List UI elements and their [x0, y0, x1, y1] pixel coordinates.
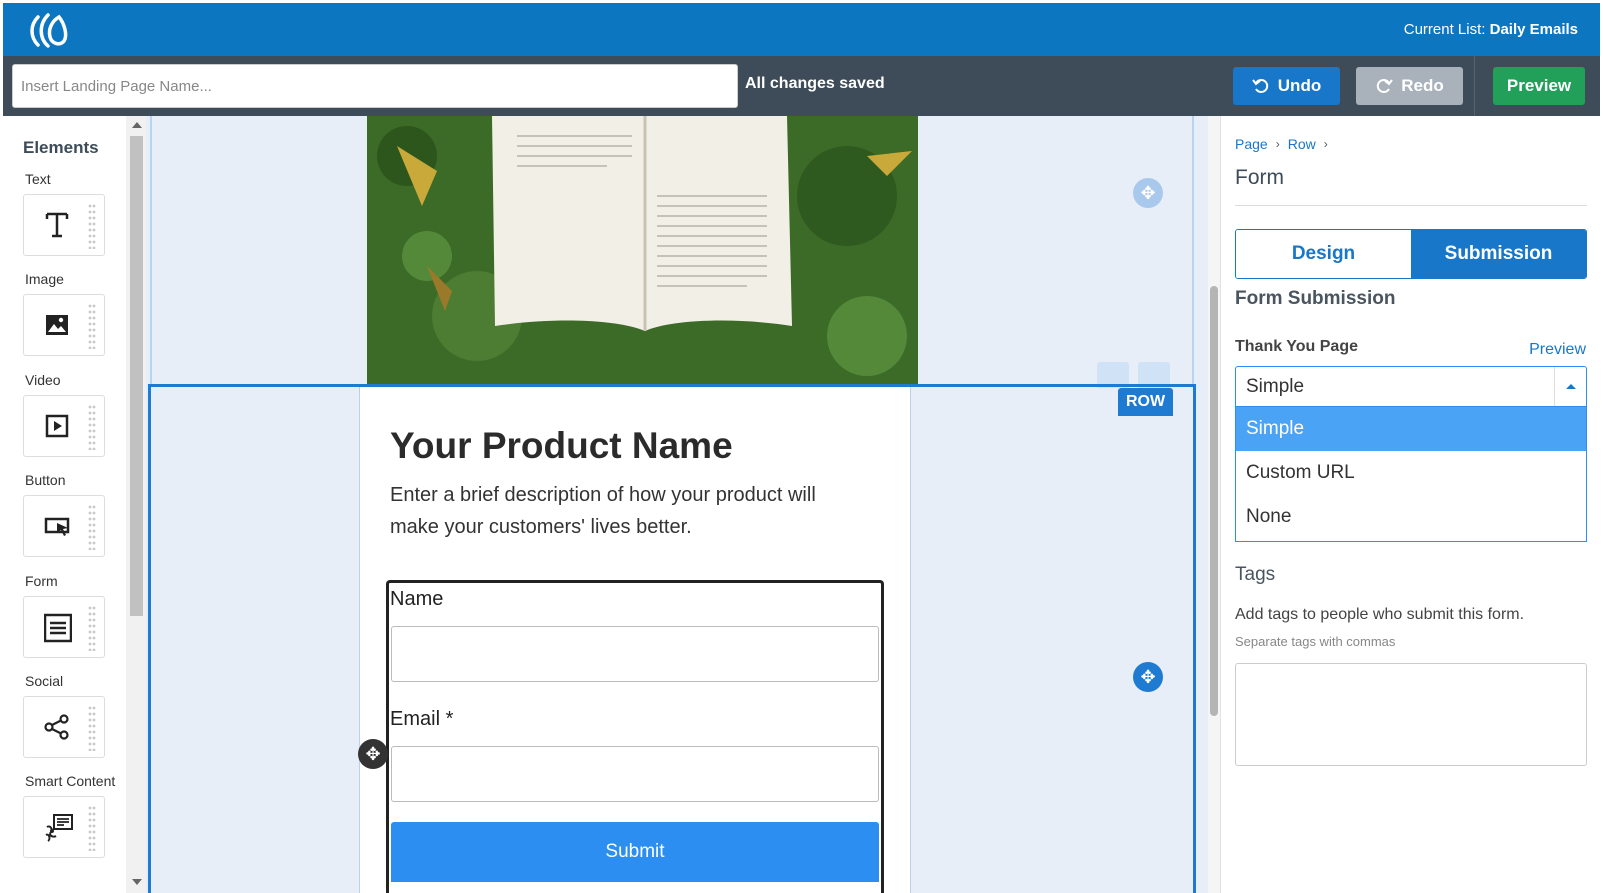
- save-status: All changes saved: [745, 75, 885, 92]
- share-icon: [44, 714, 69, 740]
- element-label-video: Video: [25, 372, 61, 388]
- landing-page-name-input[interactable]: [12, 64, 738, 108]
- element-label-social: Social: [25, 673, 64, 689]
- thank-you-selected-value: Simple: [1246, 376, 1305, 397]
- move-row-icon[interactable]: ✥: [1133, 178, 1163, 208]
- image-icon: [46, 315, 68, 335]
- option-none[interactable]: None: [1236, 495, 1586, 539]
- element-tile-button[interactable]: [23, 495, 105, 557]
- product-description[interactable]: Enter a brief description of how your pr…: [390, 479, 870, 543]
- breadcrumb-page[interactable]: Page: [1235, 136, 1268, 152]
- thank-you-label: Thank You Page: [1235, 338, 1358, 355]
- thank-you-select[interactable]: Simple: [1235, 366, 1587, 407]
- divider: [1235, 205, 1587, 206]
- form-icon: [44, 613, 72, 643]
- canvas-scroll-thumb[interactable]: [1210, 286, 1218, 716]
- preview-button[interactable]: Preview: [1493, 67, 1585, 105]
- element-tile-video[interactable]: [23, 395, 105, 457]
- row-guide-right: [1192, 116, 1194, 384]
- undo-icon: [1251, 79, 1268, 93]
- element-tile-form[interactable]: [23, 596, 105, 658]
- move-row-icon[interactable]: ✥: [1133, 662, 1163, 692]
- sidebar-scrollbar[interactable]: [126, 116, 146, 893]
- properties-panel: Page › Row › Form Design Submission Form…: [1220, 116, 1603, 893]
- current-list[interactable]: Current List: Daily Emails: [1404, 21, 1578, 38]
- panel-tabs: Design Submission: [1235, 229, 1587, 279]
- thank-you-preview-link[interactable]: Preview: [1529, 341, 1586, 359]
- element-tile-text[interactable]: [23, 194, 105, 256]
- redo-label: Redo: [1401, 76, 1444, 95]
- tags-input[interactable]: [1235, 663, 1587, 766]
- elements-sidebar: Elements Text Image Video Button Form So…: [3, 116, 126, 893]
- tags-help: Add tags to people who submit this form.: [1235, 606, 1525, 623]
- product-title[interactable]: Your Product Name: [390, 425, 733, 467]
- chevron-right-icon: ›: [1275, 137, 1280, 151]
- chevron-right-icon: ›: [1323, 137, 1328, 151]
- element-label-image: Image: [25, 271, 64, 287]
- element-label-text: Text: [25, 171, 51, 187]
- email-field[interactable]: [391, 746, 879, 802]
- drag-handle[interactable]: [88, 605, 96, 651]
- thank-you-options: Simple Custom URL None: [1235, 407, 1587, 542]
- form-block[interactable]: Name Email * Submit: [386, 580, 884, 893]
- current-list-value: Daily Emails: [1489, 21, 1578, 38]
- sidebar-scroll-thumb[interactable]: [130, 136, 143, 616]
- drag-handle[interactable]: [88, 504, 96, 550]
- app-logo-icon[interactable]: [28, 11, 70, 49]
- form-submission-title: Form Submission: [1235, 288, 1396, 309]
- scroll-down-icon[interactable]: [132, 879, 142, 885]
- element-label-form: Form: [25, 573, 58, 589]
- breadcrumb-row[interactable]: Row: [1288, 136, 1316, 152]
- move-element-icon[interactable]: ✥: [358, 739, 388, 769]
- canvas-scrollbar[interactable]: [1208, 116, 1220, 893]
- tags-title: Tags: [1235, 564, 1276, 585]
- redo-button[interactable]: Redo: [1356, 67, 1463, 105]
- scroll-up-icon[interactable]: [132, 122, 142, 128]
- toolbar-divider: [1474, 56, 1475, 116]
- hero-image[interactable]: [367, 116, 918, 384]
- open-book-photo: [367, 116, 918, 384]
- email-label: Email *: [390, 708, 454, 730]
- current-list-label: Current List:: [1403, 21, 1486, 38]
- element-tile-smart-content[interactable]: [23, 796, 105, 858]
- element-label-button: Button: [25, 472, 66, 488]
- panel-title: Form: [1235, 166, 1284, 189]
- button-icon: [44, 517, 70, 536]
- tags-hint: Separate tags with commas: [1235, 634, 1396, 649]
- page-canvas[interactable]: ROW Your Product Name Enter a brief desc…: [146, 116, 1208, 893]
- text-icon: [45, 212, 69, 238]
- name-label: Name: [390, 588, 444, 610]
- drag-handle[interactable]: [88, 805, 96, 851]
- drag-handle[interactable]: [88, 705, 96, 751]
- row-tag[interactable]: ROW: [1118, 388, 1173, 416]
- drag-handle[interactable]: [88, 303, 96, 349]
- editor-toolbar: All changes saved Undo Redo Preview: [3, 56, 1600, 116]
- name-field[interactable]: [391, 626, 879, 682]
- element-label-smart-content: Smart Content: [25, 773, 116, 789]
- drag-handle[interactable]: [88, 203, 96, 249]
- tab-submission[interactable]: Submission: [1411, 230, 1586, 278]
- tab-design[interactable]: Design: [1236, 230, 1411, 278]
- top-bar: Current List: Daily Emails: [3, 3, 1600, 56]
- submit-button[interactable]: Submit: [391, 822, 879, 882]
- element-tile-image[interactable]: [23, 294, 105, 356]
- elements-title: Elements: [23, 138, 99, 157]
- smart-content-icon: [45, 814, 73, 842]
- row-guide-left: [150, 116, 152, 384]
- undo-label: Undo: [1277, 76, 1322, 95]
- undo-button[interactable]: Undo: [1233, 67, 1340, 105]
- drag-handle[interactable]: [88, 404, 96, 450]
- content-column[interactable]: Your Product Name Enter a brief descript…: [359, 387, 911, 893]
- caret-up-icon[interactable]: [1554, 367, 1586, 406]
- element-tile-social[interactable]: [23, 696, 105, 758]
- redo-icon: [1377, 79, 1394, 93]
- option-custom-url[interactable]: Custom URL: [1236, 451, 1586, 495]
- option-simple[interactable]: Simple: [1236, 407, 1586, 451]
- breadcrumb: Page › Row ›: [1235, 136, 1328, 152]
- video-icon: [45, 414, 69, 438]
